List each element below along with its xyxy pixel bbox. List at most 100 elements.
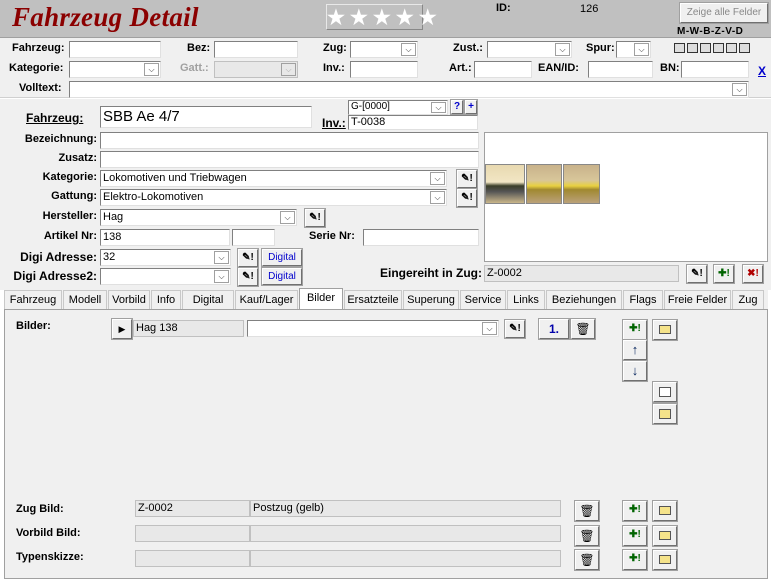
help-button[interactable]: ? <box>450 99 464 115</box>
grid-icon[interactable] <box>700 43 711 53</box>
artikel-extra-input[interactable] <box>232 229 275 246</box>
filter-zust-select[interactable]: ⌵ <box>487 41 572 58</box>
filter-bez-input[interactable] <box>214 41 298 58</box>
fahrzeug-input[interactable]: SBB Ae 4/7 <box>100 106 312 128</box>
filter-zust-label: Zust.: <box>453 42 483 54</box>
tab-freie-felder[interactable]: Freie Felder <box>664 290 731 309</box>
hersteller-select[interactable]: Hag ⌵ <box>100 209 297 226</box>
tab-kauf-lager[interactable]: Kauf/Lager <box>235 290 298 309</box>
remove-zug-button[interactable]: ✖! <box>742 264 764 284</box>
tab-modell[interactable]: Modell <box>63 290 107 309</box>
chevron-down-icon[interactable]: ⌵ <box>430 172 445 185</box>
group-select[interactable]: G-[0000] ⌵ <box>348 100 448 115</box>
gattung-select[interactable]: Elektro-Lokomotiven ⌵ <box>100 189 447 206</box>
filter-inv-input[interactable] <box>350 61 418 78</box>
tab-vorbild[interactable]: Vorbild <box>108 290 150 309</box>
tab-flags[interactable]: Flags <box>623 290 663 309</box>
tab-service[interactable]: Service <box>460 290 506 309</box>
kategorie-select[interactable]: Lokomotiven und Triebwagen ⌵ <box>100 170 447 187</box>
image-select[interactable]: ⌵ <box>247 320 499 337</box>
artikel-input[interactable]: 138 <box>100 229 230 246</box>
inv-input[interactable]: T-0038 <box>348 115 478 130</box>
grid-icon[interactable] <box>687 43 698 53</box>
grid-icon[interactable] <box>674 43 685 53</box>
trash-icon: 🗑 <box>575 322 591 336</box>
edit-zug-button[interactable]: ✎! <box>686 264 708 284</box>
chevron-down-icon[interactable]: ⌵ <box>214 251 229 264</box>
photo-thumbnail[interactable] <box>485 164 525 204</box>
first-image-button[interactable]: 1. <box>538 318 570 340</box>
add-image-button[interactable]: ✚! <box>622 319 648 341</box>
filter-bar: Fahrzeug: Bez: Zug: ⌵ Zust.: ⌵ Spur: ⌵ K… <box>0 38 771 98</box>
digital2-button[interactable]: Digital <box>261 267 303 286</box>
move-down-button[interactable]: ↓ <box>622 360 648 382</box>
add-zug-bild-button[interactable]: ✚! <box>622 500 648 522</box>
edit-hersteller-button[interactable]: ✎! <box>304 208 326 228</box>
chevron-down-icon[interactable]: ⌵ <box>280 211 295 224</box>
filter-fahrzeug-input[interactable] <box>69 41 161 58</box>
filter-volltext-select[interactable]: ⌵ <box>69 81 749 98</box>
filter-zug-select[interactable]: ⌵ <box>350 41 418 58</box>
photo-thumbnail[interactable] <box>563 164 600 204</box>
delete-zug-bild-button[interactable]: 🗑 <box>574 500 600 522</box>
tab-ersatzteile[interactable]: Ersatzteile <box>344 290 402 309</box>
grid-icon[interactable] <box>739 43 750 53</box>
delete-typenskizze-button[interactable]: 🗑 <box>574 549 600 571</box>
digital-button[interactable]: Digital <box>261 248 303 267</box>
delete-vorbild-bild-button[interactable]: 🗑 <box>574 525 600 547</box>
tab-info[interactable]: Info <box>151 290 181 309</box>
bezeichnung-input[interactable] <box>100 132 479 149</box>
chevron-down-icon[interactable]: ⌵ <box>401 43 416 56</box>
filter-kategorie-select[interactable]: ⌵ <box>69 61 161 78</box>
chevron-down-icon[interactable]: ⌵ <box>732 83 747 96</box>
import-typenskizze-button[interactable] <box>652 549 678 571</box>
grid-icon[interactable] <box>726 43 737 53</box>
tab-links[interactable]: Links <box>507 290 545 309</box>
add-zug-button[interactable]: ✚! <box>713 264 735 284</box>
edit-image-button[interactable]: ✎! <box>504 319 526 339</box>
tree-button[interactable] <box>652 381 678 403</box>
digi-adresse2-select[interactable]: ⌵ <box>100 268 231 285</box>
tab-fahrzeug[interactable]: Fahrzeug <box>4 290 62 309</box>
import-image-button[interactable] <box>652 319 678 341</box>
chevron-down-icon[interactable]: ⌵ <box>214 270 229 283</box>
photo-thumbnail[interactable] <box>526 164 562 204</box>
tab-bilder[interactable]: Bilder <box>299 288 343 309</box>
filter-bn-input[interactable] <box>681 61 749 78</box>
add-typenskizze-button[interactable]: ✚! <box>622 549 648 571</box>
serie-input[interactable] <box>363 229 479 246</box>
zusatz-input[interactable] <box>100 151 479 168</box>
add-vorbild-bild-button[interactable]: ✚! <box>622 525 648 547</box>
tab-digital[interactable]: Digital <box>182 290 234 309</box>
chevron-down-icon[interactable]: ⌵ <box>144 63 159 76</box>
rating-stars[interactable]: ★★★★★ <box>326 4 437 30</box>
edit-gattung-button[interactable]: ✎! <box>456 188 478 208</box>
chevron-down-icon[interactable]: ⌵ <box>431 102 446 113</box>
filter-ean-input[interactable] <box>588 61 653 78</box>
edit-digi-adresse2-button[interactable]: ✎! <box>237 267 259 287</box>
import-vorbild-bild-button[interactable] <box>652 525 678 547</box>
chevron-down-icon[interactable]: ⌵ <box>555 43 570 56</box>
tree-icon <box>659 387 671 397</box>
digi-adresse-select[interactable]: 32 ⌵ <box>100 249 231 266</box>
add-subimage-button[interactable] <box>652 403 678 425</box>
tab-zug[interactable]: Zug <box>732 290 764 309</box>
chevron-down-icon[interactable]: ⌵ <box>482 322 497 335</box>
tab-superung[interactable]: Superung <box>403 290 459 309</box>
chevron-down-icon[interactable]: ⌵ <box>430 191 445 204</box>
filter-art-input[interactable] <box>474 61 532 78</box>
import-zug-bild-button[interactable] <box>652 500 678 522</box>
filter-spur-select[interactable]: ⌵ <box>616 41 651 58</box>
play-button[interactable]: ▶ <box>111 318 133 340</box>
add-group-button[interactable]: + <box>464 99 478 115</box>
move-up-button[interactable]: ↑ <box>622 339 648 361</box>
tab-beziehungen[interactable]: Beziehungen <box>546 290 622 309</box>
edit-kategorie-button[interactable]: ✎! <box>456 169 478 189</box>
delete-image-button[interactable]: 🗑 <box>570 318 596 340</box>
show-all-fields-button[interactable]: Zeige alle Felder <box>679 2 769 24</box>
grid-icon[interactable] <box>713 43 724 53</box>
close-filter-link[interactable]: X <box>758 64 766 78</box>
view-mode-icons[interactable] <box>674 43 752 53</box>
chevron-down-icon[interactable]: ⌵ <box>634 43 649 56</box>
edit-digi-adresse-button[interactable]: ✎! <box>237 248 259 268</box>
